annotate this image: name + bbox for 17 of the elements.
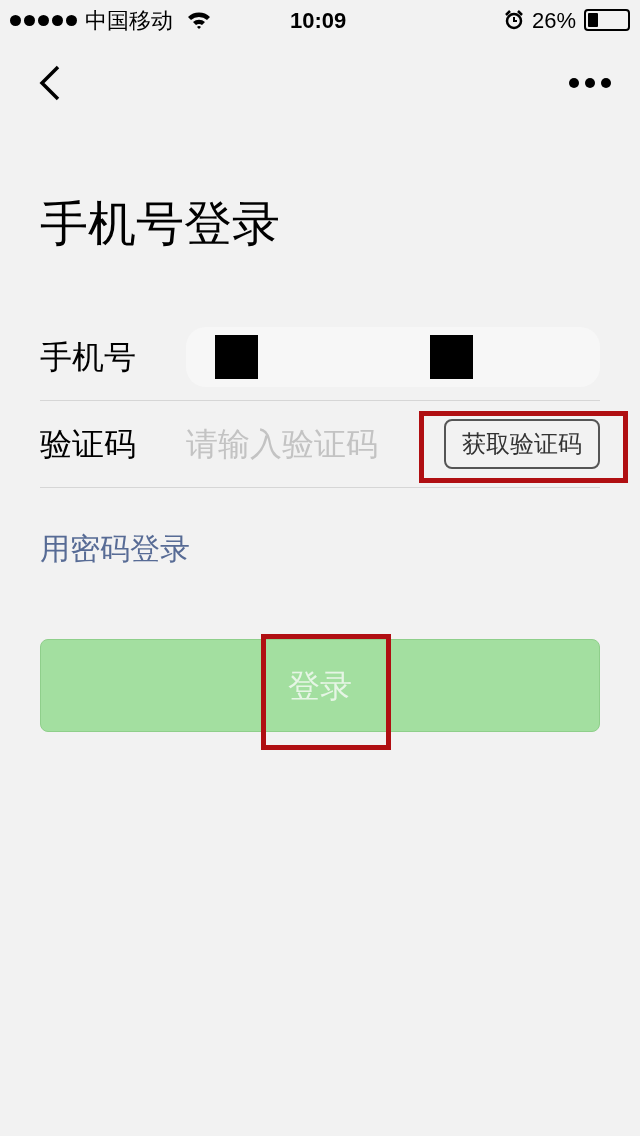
page-title: 手机号登录 bbox=[40, 196, 281, 252]
get-code-button[interactable]: 获取验证码 bbox=[444, 419, 600, 469]
battery-icon bbox=[584, 9, 630, 31]
phone-field[interactable] bbox=[186, 327, 600, 387]
field-label: 手机号 bbox=[40, 338, 137, 377]
signal-icon bbox=[10, 14, 77, 26]
password-login-link[interactable]: 用密码登录 bbox=[40, 532, 190, 565]
redaction-block bbox=[215, 335, 258, 379]
field-label: 验证码 bbox=[40, 425, 137, 464]
more-icon[interactable] bbox=[568, 77, 612, 89]
back-icon[interactable] bbox=[38, 65, 62, 101]
carrier-name: 中国移动 bbox=[85, 6, 173, 35]
redaction-block bbox=[430, 335, 473, 379]
wifi-icon bbox=[187, 11, 211, 29]
alarm-icon bbox=[503, 10, 524, 30]
battery-percent: 26% bbox=[531, 6, 576, 35]
clock-time: 10:09 bbox=[290, 6, 347, 35]
